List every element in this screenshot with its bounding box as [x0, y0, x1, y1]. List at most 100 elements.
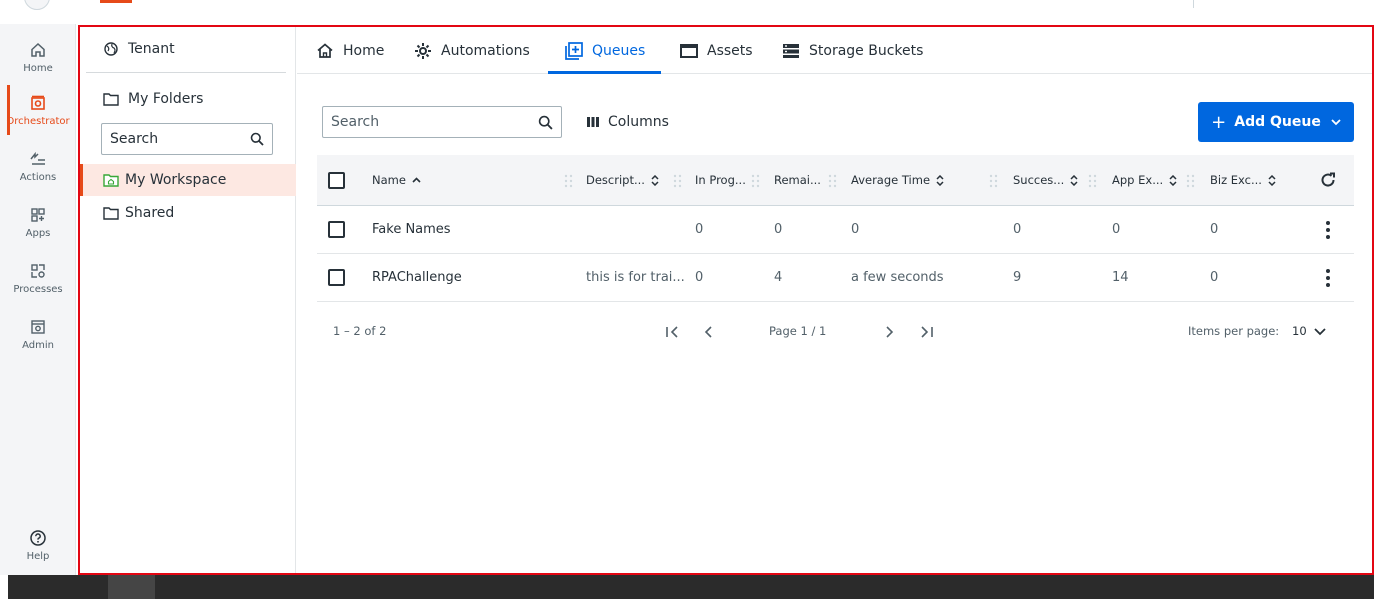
cell-average-time: 0	[851, 222, 860, 237]
rail-item-label: Help	[26, 550, 50, 562]
rail-item-help[interactable]: Help	[0, 520, 76, 570]
header-label: In Prog...	[695, 173, 746, 187]
admin-icon	[28, 317, 48, 337]
columns-icon	[587, 117, 599, 127]
top-divider	[1193, 0, 1194, 8]
previous-page-button[interactable]	[698, 321, 720, 343]
table-row[interactable]: RPAChallenge this is for trai... 0 4 a f…	[317, 254, 1354, 302]
columns-button[interactable]: Columns	[587, 109, 669, 135]
column-resize-handle[interactable]	[989, 173, 999, 189]
rail-item-processes[interactable]: Processes	[0, 253, 76, 303]
column-resize-handle[interactable]	[1088, 173, 1098, 189]
rail-item-admin[interactable]: Admin	[0, 309, 76, 359]
folder-panel: Tenant My Folders My Workspace Shared	[80, 27, 296, 573]
user-avatar[interactable]	[24, 0, 50, 10]
column-resize-handle[interactable]	[751, 173, 761, 189]
header-in-progress[interactable]: In Prog...	[695, 155, 751, 205]
cell-remaining: 0	[774, 222, 783, 237]
tab-label: Home	[343, 42, 385, 59]
pagination-range: 1 – 2 of 2	[333, 324, 387, 338]
rail-item-label: Orchestrator	[6, 115, 70, 127]
tab-assets[interactable]: Assets	[679, 27, 753, 74]
queue-search-input[interactable]	[331, 114, 527, 130]
header-app-exceptions[interactable]: App Ex...	[1112, 155, 1184, 205]
main-content: Home Automations Queues Assets Storage B…	[297, 27, 1372, 573]
storage-icon	[781, 41, 801, 61]
tab-home[interactable]: Home	[315, 27, 384, 74]
pagination: 1 – 2 of 2 Page 1 / 1 Items per page: 10	[317, 317, 1354, 347]
sort-icon	[651, 174, 659, 186]
chevron-down-icon[interactable]	[1314, 325, 1326, 339]
chevron-left-icon	[704, 326, 712, 338]
cell-name[interactable]: Fake Names	[372, 206, 451, 253]
os-taskbar	[8, 575, 1374, 599]
cell-name[interactable]: RPAChallenge	[372, 254, 462, 301]
folder-item-shared[interactable]: Shared	[80, 202, 296, 224]
header-biz-exceptions[interactable]: Biz Exc...	[1210, 155, 1282, 205]
rail-item-apps[interactable]: Apps	[0, 197, 76, 247]
tab-storage-buckets[interactable]: Storage Buckets	[781, 27, 923, 74]
rail-item-home[interactable]: Home	[0, 32, 76, 82]
folder-item-my-workspace[interactable]: My Workspace	[80, 164, 296, 196]
last-page-button[interactable]	[915, 321, 937, 343]
next-page-button[interactable]	[878, 321, 900, 343]
page-indicator: Page 1 / 1	[769, 324, 827, 338]
orchestrator-icon	[28, 93, 48, 113]
items-per-page-select[interactable]: 10	[1292, 324, 1307, 338]
more-vertical-icon	[1326, 268, 1330, 287]
header-description[interactable]: Descript...	[586, 155, 668, 205]
sort-icon	[936, 174, 944, 186]
my-folders-header[interactable]: My Folders	[80, 87, 296, 111]
search-icon[interactable]	[538, 115, 553, 130]
row-checkbox[interactable]	[328, 254, 345, 301]
tenant-item[interactable]: Tenant	[80, 37, 296, 61]
tab-label: Storage Buckets	[809, 42, 924, 59]
row-checkbox[interactable]	[328, 206, 345, 253]
rail-item-label: Home	[23, 62, 53, 74]
cell-description: this is for trai...	[586, 270, 685, 285]
rail-item-orchestrator[interactable]: Orchestrator	[0, 85, 76, 135]
first-page-icon	[666, 326, 678, 338]
first-page-button[interactable]	[662, 321, 684, 343]
tab-automations[interactable]: Automations	[413, 27, 530, 74]
search-icon[interactable]	[250, 132, 264, 146]
header-label: Descript...	[586, 173, 645, 187]
product-logo[interactable]	[100, 0, 132, 3]
header-successful[interactable]: Succes...	[1013, 155, 1083, 205]
refresh-button[interactable]	[1319, 155, 1337, 205]
sort-icon	[1070, 174, 1078, 186]
columns-label: Columns	[608, 114, 669, 130]
taskbar-app-button[interactable]	[108, 575, 155, 599]
sort-icon	[1169, 174, 1177, 186]
header-name[interactable]: Name	[372, 155, 421, 205]
column-resize-handle[interactable]	[673, 173, 683, 189]
header-average-time[interactable]: Average Time	[851, 155, 944, 205]
cell-biz-exceptions: 0	[1210, 222, 1219, 237]
last-page-icon	[921, 326, 933, 338]
chevron-down-icon[interactable]	[1331, 118, 1341, 126]
assets-icon	[679, 41, 699, 61]
grid-header-row: Name Descript... In Prog... Remai... Ave…	[317, 155, 1354, 206]
header-label: Name	[372, 173, 406, 187]
rail-item-actions[interactable]: Actions	[0, 141, 76, 191]
plus-icon: +	[1211, 111, 1227, 133]
cell-in-progress: 0	[695, 270, 704, 285]
folder-search-input[interactable]	[110, 131, 240, 147]
row-more-button[interactable]	[1326, 254, 1330, 301]
items-per-page-label: Items per page:	[1188, 324, 1280, 338]
column-resize-handle[interactable]	[564, 173, 574, 189]
select-all-checkbox[interactable]	[328, 155, 345, 205]
header-remaining[interactable]: Remai...	[774, 155, 826, 205]
folder-icon	[102, 90, 120, 108]
column-resize-handle[interactable]	[1186, 173, 1196, 189]
add-queue-button[interactable]: + Add Queue	[1198, 102, 1354, 142]
queues-icon	[564, 41, 584, 61]
rail-item-label: Apps	[25, 227, 51, 239]
tab-queues[interactable]: Queues	[548, 27, 662, 74]
row-more-button[interactable]	[1326, 206, 1330, 253]
help-icon	[28, 528, 48, 548]
table-row[interactable]: Fake Names 0 0 0 0 0 0	[317, 206, 1354, 254]
cell-app-exceptions: 14	[1112, 270, 1129, 285]
folder-icon	[102, 204, 120, 222]
column-resize-handle[interactable]	[828, 173, 838, 189]
